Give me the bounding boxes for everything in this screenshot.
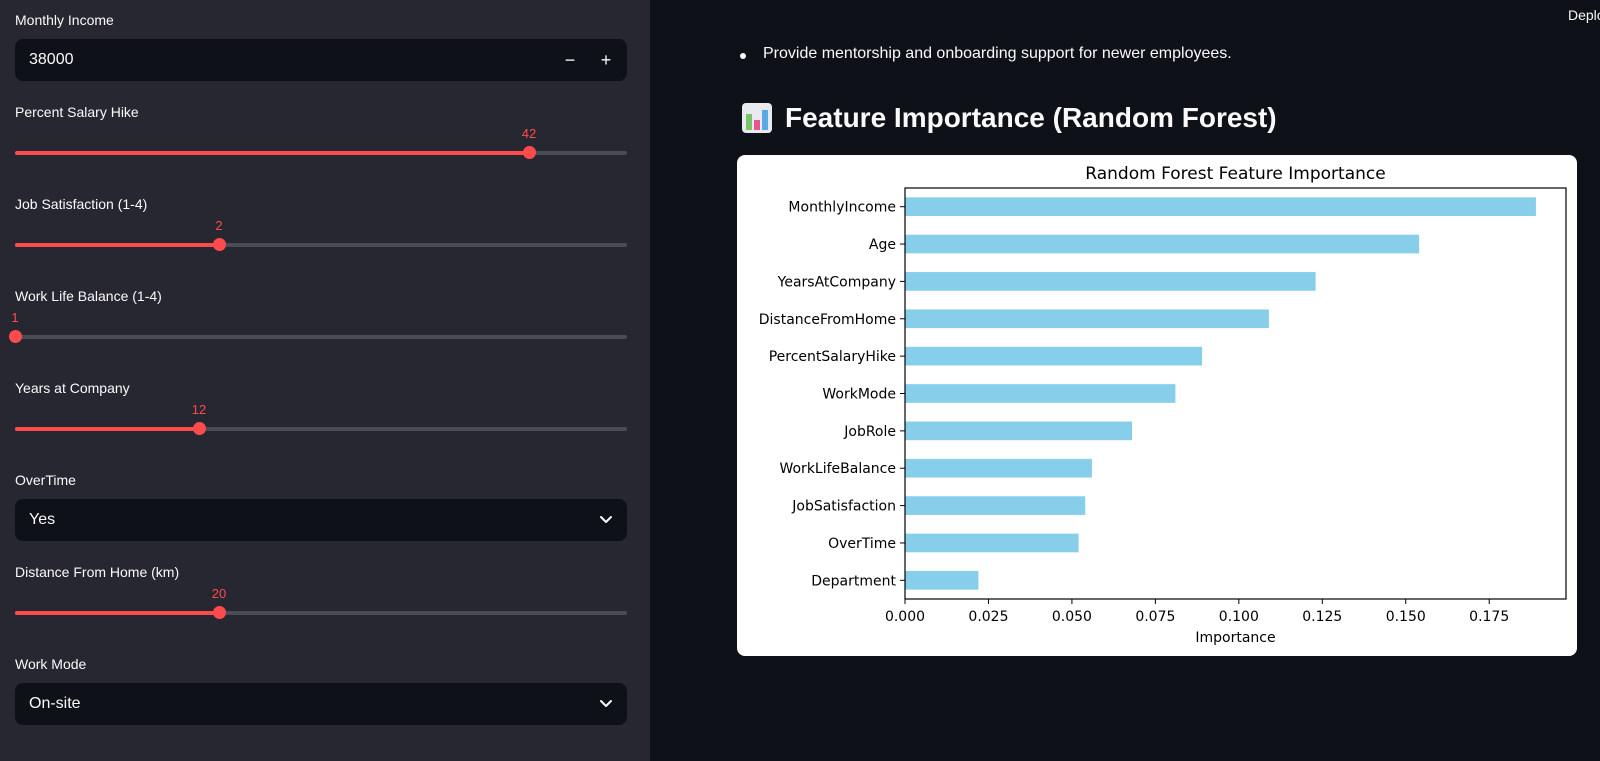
increment-button[interactable]: +: [591, 45, 621, 75]
section-title: Feature Importance (Random Forest): [785, 102, 1277, 133]
slider-value: 20: [211, 586, 227, 601]
decrement-button[interactable]: −: [555, 45, 585, 75]
x-tick-label: 0.150: [1386, 609, 1426, 625]
y-tick-label: JobSatisfaction: [791, 499, 896, 515]
y-tick-label: PercentSalaryHike: [769, 349, 896, 365]
chart-title: Random Forest Feature Importance: [1085, 164, 1385, 184]
x-tick-label: 0.075: [1135, 609, 1175, 625]
slider-track[interactable]: [15, 335, 627, 339]
bar-JobRole: [905, 421, 1133, 441]
work-mode-select[interactable]: On-site: [15, 683, 627, 725]
percent-salary-hike-label: Percent Salary Hike: [15, 104, 139, 120]
bar-DistanceFromHome: [905, 309, 1269, 329]
distance-from-home-slider[interactable]: 20: [15, 586, 627, 627]
bar-Department: [905, 570, 979, 590]
bar-YearsAtCompany: [905, 272, 1316, 291]
slider-fill: [15, 151, 529, 155]
slider-value: 42: [521, 126, 537, 141]
slider-thumb[interactable]: [523, 146, 536, 159]
slider-value: 12: [191, 402, 207, 417]
work-mode-selected-value: On-site: [29, 695, 81, 712]
work-life-balance-slider[interactable]: 1: [9, 310, 627, 351]
slider-value: 2: [215, 218, 223, 233]
feature-importance-chart: Random Forest Feature Importance MonthlyI…: [737, 155, 1577, 656]
distance-from-home-label: Distance From Home (km): [15, 564, 180, 580]
slider-thumb[interactable]: [213, 606, 226, 619]
monthly-income-value[interactable]: 38000: [29, 51, 74, 69]
overtime-selected-value: Yes: [29, 511, 56, 528]
deploy-button[interactable]: Deploy: [1568, 7, 1600, 23]
job-satisfaction-slider[interactable]: 2: [15, 218, 627, 259]
years-at-company-label: Years at Company: [15, 380, 130, 396]
x-tick-label: 0.100: [1219, 609, 1259, 625]
y-tick-label: JobRole: [843, 424, 896, 440]
slider-fill: [15, 427, 199, 431]
chart-svg: Random Forest Feature Importance MonthlyI…: [759, 164, 1567, 646]
bullet-text: Provide mentorship and onboarding suppor…: [763, 45, 1232, 62]
percent-salary-hike-slider[interactable]: 42: [15, 126, 627, 167]
monthly-income-input[interactable]: 38000 − +: [15, 39, 627, 81]
bar-WorkMode: [905, 384, 1176, 403]
section-heading: Feature Importance (Random Forest): [741, 102, 1277, 134]
y-tick-label: WorkLifeBalance: [779, 461, 896, 477]
sidebar: Monthly Income 38000 − + Percent Salary …: [0, 0, 650, 761]
monthly-income-label: Monthly Income: [15, 12, 114, 28]
x-tick-label: 0.050: [1052, 609, 1092, 625]
bar-OverTime: [905, 533, 1079, 553]
bar-WorkLifeBalance: [905, 458, 1092, 478]
y-tick-label: DistanceFromHome: [759, 312, 896, 328]
slider-thumb[interactable]: [213, 238, 226, 251]
bar-MonthlyIncome: [905, 197, 1536, 217]
years-at-company-slider[interactable]: 12: [15, 402, 627, 443]
bullet-icon: [740, 53, 746, 59]
slider-fill: [15, 243, 219, 247]
job-satisfaction-label: Job Satisfaction (1-4): [15, 196, 148, 212]
bar-PercentSalaryHike: [905, 346, 1203, 366]
overtime-select[interactable]: Yes: [15, 499, 627, 541]
chevron-down-icon[interactable]: [599, 696, 613, 710]
y-tick-label: WorkMode: [822, 387, 896, 403]
slider-value: 1: [11, 310, 19, 325]
x-tick-label: 0.025: [968, 609, 1008, 625]
bar-JobSatisfaction: [905, 496, 1086, 515]
slider-thumb[interactable]: [9, 330, 22, 343]
work-mode-label: Work Mode: [15, 656, 87, 672]
bar-chart-icon: [742, 103, 772, 133]
y-tick-label: Department: [811, 573, 896, 589]
slider-thumb[interactable]: [193, 422, 206, 435]
y-tick-label: MonthlyIncome: [788, 200, 896, 216]
y-tick-label: OverTime: [828, 536, 896, 552]
y-tick-label: YearsAtCompany: [777, 274, 896, 290]
x-tick-label: 0.175: [1469, 609, 1509, 625]
x-tick-label: 0.125: [1302, 609, 1342, 625]
bar-Age: [905, 234, 1420, 254]
work-life-balance-label: Work Life Balance (1-4): [15, 288, 162, 304]
x-axis-label: Importance: [1195, 630, 1275, 646]
overtime-label: OverTime: [15, 472, 76, 488]
slider-fill: [15, 611, 219, 615]
x-tick-label: 0.000: [885, 609, 925, 625]
y-tick-label: Age: [869, 237, 896, 253]
chevron-down-icon[interactable]: [599, 512, 613, 526]
